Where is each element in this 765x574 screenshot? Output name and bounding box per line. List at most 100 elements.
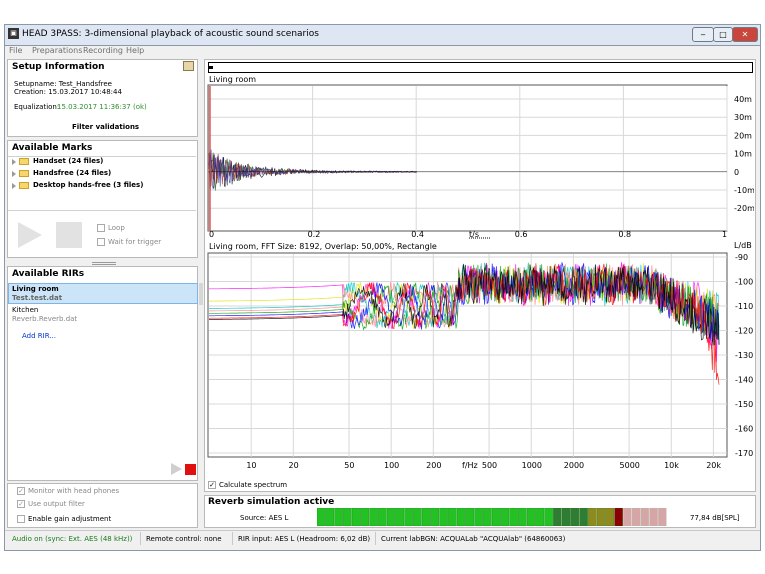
mark-handset[interactable]: Handset (24 files) — [33, 157, 103, 165]
rir-name[interactable]: Kitchen — [12, 306, 38, 314]
loop-checkbox[interactable] — [97, 224, 105, 232]
record-stop-icon[interactable] — [185, 464, 196, 475]
time-x-tick: 1 — [722, 230, 727, 239]
spectrum-y-tick: -140 — [735, 376, 753, 385]
time-chart-title: Living room — [209, 75, 257, 84]
rir-list-scrollbar[interactable] — [199, 283, 203, 305]
splitter-grip[interactable] — [92, 262, 116, 265]
wait-for-trigger-label: Wait for trigger — [108, 238, 162, 246]
spectrum-y-tick: -90 — [735, 253, 748, 262]
expand-arrow-icon[interactable] — [12, 159, 16, 165]
reverb-source: Source: AES L — [240, 514, 289, 522]
spectrum-y-tick: -110 — [735, 302, 753, 311]
time-x-tick: 0.4 — [411, 230, 424, 239]
level-meter-segment — [614, 508, 623, 526]
level-meter-segment — [334, 508, 343, 526]
expand-arrow-icon[interactable] — [12, 171, 16, 177]
level-meter-segment — [456, 508, 466, 526]
level-meter-segment — [605, 508, 615, 526]
play-icon[interactable] — [18, 222, 44, 248]
mark-desktop-hands-free[interactable]: Desktop hands-free (3 files) — [33, 181, 143, 189]
gain-checkbox[interactable] — [17, 515, 25, 523]
reverb-title: Reverb simulation active — [208, 497, 335, 507]
rir-file: Test.test.dat — [12, 294, 63, 302]
time-y-tick: -10m — [734, 186, 754, 195]
spectrum-x-tick: 100 — [384, 461, 399, 470]
menu-help[interactable]: Help — [126, 46, 144, 55]
level-meter-segment — [544, 508, 553, 526]
output-filter-checkbox[interactable]: ✓ — [17, 500, 25, 508]
level-meter-segment — [413, 508, 422, 526]
add-rir-link[interactable]: Add RIR... — [22, 332, 56, 340]
level-meter-segment — [421, 508, 431, 526]
level-meter-segment — [570, 508, 580, 526]
level-meter-segment — [526, 508, 536, 526]
level-meter-segment — [491, 508, 501, 526]
time-chart[interactable]: 0 0.2 0.4 0.6 0.8 1 40m30m20m10m0-10m-20m t/s — [207, 84, 754, 239]
folder-icon — [19, 182, 29, 189]
edit-setup-icon[interactable] — [183, 61, 194, 71]
available-marks-header: Available Marks — [12, 143, 93, 153]
menu-preparations[interactable]: Preparations — [32, 46, 82, 55]
stop-icon[interactable] — [56, 222, 82, 248]
spectrum-y-tick: -120 — [735, 327, 753, 336]
level-meter-segment — [649, 508, 658, 526]
status-lab: Current labBGN: ACQUALab "ACQUAlab" (648… — [381, 535, 566, 543]
time-x-tick: 0.8 — [618, 230, 631, 239]
level-meter-segment — [317, 508, 326, 526]
monitor-checkbox[interactable]: ✓ — [17, 487, 25, 495]
expand-arrow-icon[interactable] — [12, 183, 16, 189]
spectrum-x-tick: 50 — [344, 461, 354, 470]
level-meter-segment — [439, 508, 448, 526]
status-remote: Remote control: none — [146, 535, 222, 543]
spectrum-x-tick: 200 — [426, 461, 441, 470]
time-x-tick: 0 — [209, 230, 214, 239]
time-y-tick: 20m — [734, 131, 752, 140]
app-icon: ▣ — [8, 28, 19, 39]
overview-scrollbar[interactable] — [208, 62, 753, 73]
level-meter-segment — [474, 508, 483, 526]
time-y-tick: -20m — [734, 204, 754, 213]
close-button[interactable]: ✕ — [732, 27, 758, 42]
time-y-tick: 0 — [734, 168, 739, 177]
output-filter-label: Use output filter — [28, 500, 85, 508]
creation-text: Creation: 15.03.2017 10:48:44 — [14, 88, 122, 96]
level-meter-segment — [596, 508, 606, 526]
spectrum-x-tick: 1000 — [522, 461, 542, 470]
filter-validations-button[interactable]: Filter validations — [72, 123, 139, 131]
spectrum-chart[interactable]: L/dB 10 20 50 100 200 500 1000 2000 5000 10k 20k -… — [207, 240, 754, 475]
folder-icon — [19, 158, 29, 165]
spectrum-y-label: L/dB — [734, 241, 752, 250]
equalization-value: 15.03.2017 11:36:37 (ok) — [57, 103, 147, 111]
spectrum-x-label: f/Hz — [462, 461, 478, 470]
monitor-label: Monitor with head phones — [28, 487, 120, 495]
level-meter — [317, 508, 667, 526]
spectrum-x-tick: 500 — [482, 461, 497, 470]
level-meter-segment — [658, 508, 667, 526]
level-meter-segment — [640, 508, 650, 526]
wait-for-trigger-checkbox[interactable] — [97, 238, 105, 246]
level-meter-segment — [395, 508, 405, 526]
maximize-button[interactable]: □ — [713, 27, 733, 42]
spectrum-x-tick: 10 — [246, 461, 256, 470]
level-meter-segment — [588, 508, 597, 526]
menu-file[interactable]: File — [9, 46, 22, 55]
available-rirs-header: Available RIRs — [12, 269, 85, 279]
spectrum-x-tick: 5000 — [620, 461, 640, 470]
level-meter-segment — [404, 508, 413, 526]
spectrum-y-tick: -160 — [735, 425, 753, 434]
setup-information-header: Setup Information — [12, 62, 105, 72]
menu-recording[interactable]: Recording — [83, 46, 123, 55]
level-meter-segment — [448, 508, 457, 526]
minimize-button[interactable]: ‒ — [692, 27, 714, 42]
level-meter-segment — [386, 508, 396, 526]
reverb-level: 77,84 dB[SPL] — [690, 514, 740, 522]
play-icon[interactable] — [171, 463, 183, 475]
mark-handsfree[interactable]: Handsfree (24 files) — [33, 169, 111, 177]
calculate-spectrum-checkbox[interactable]: ✓ — [208, 481, 216, 489]
loop-label: Loop — [108, 224, 125, 232]
level-meter-segment — [360, 508, 370, 526]
status-rir-input: RIR input: AES L (Headroom: 6,02 dB) — [238, 535, 371, 543]
equalization-label: Equalization: — [14, 103, 60, 111]
rir-file: Reverb.Reverb.dat — [12, 315, 78, 323]
